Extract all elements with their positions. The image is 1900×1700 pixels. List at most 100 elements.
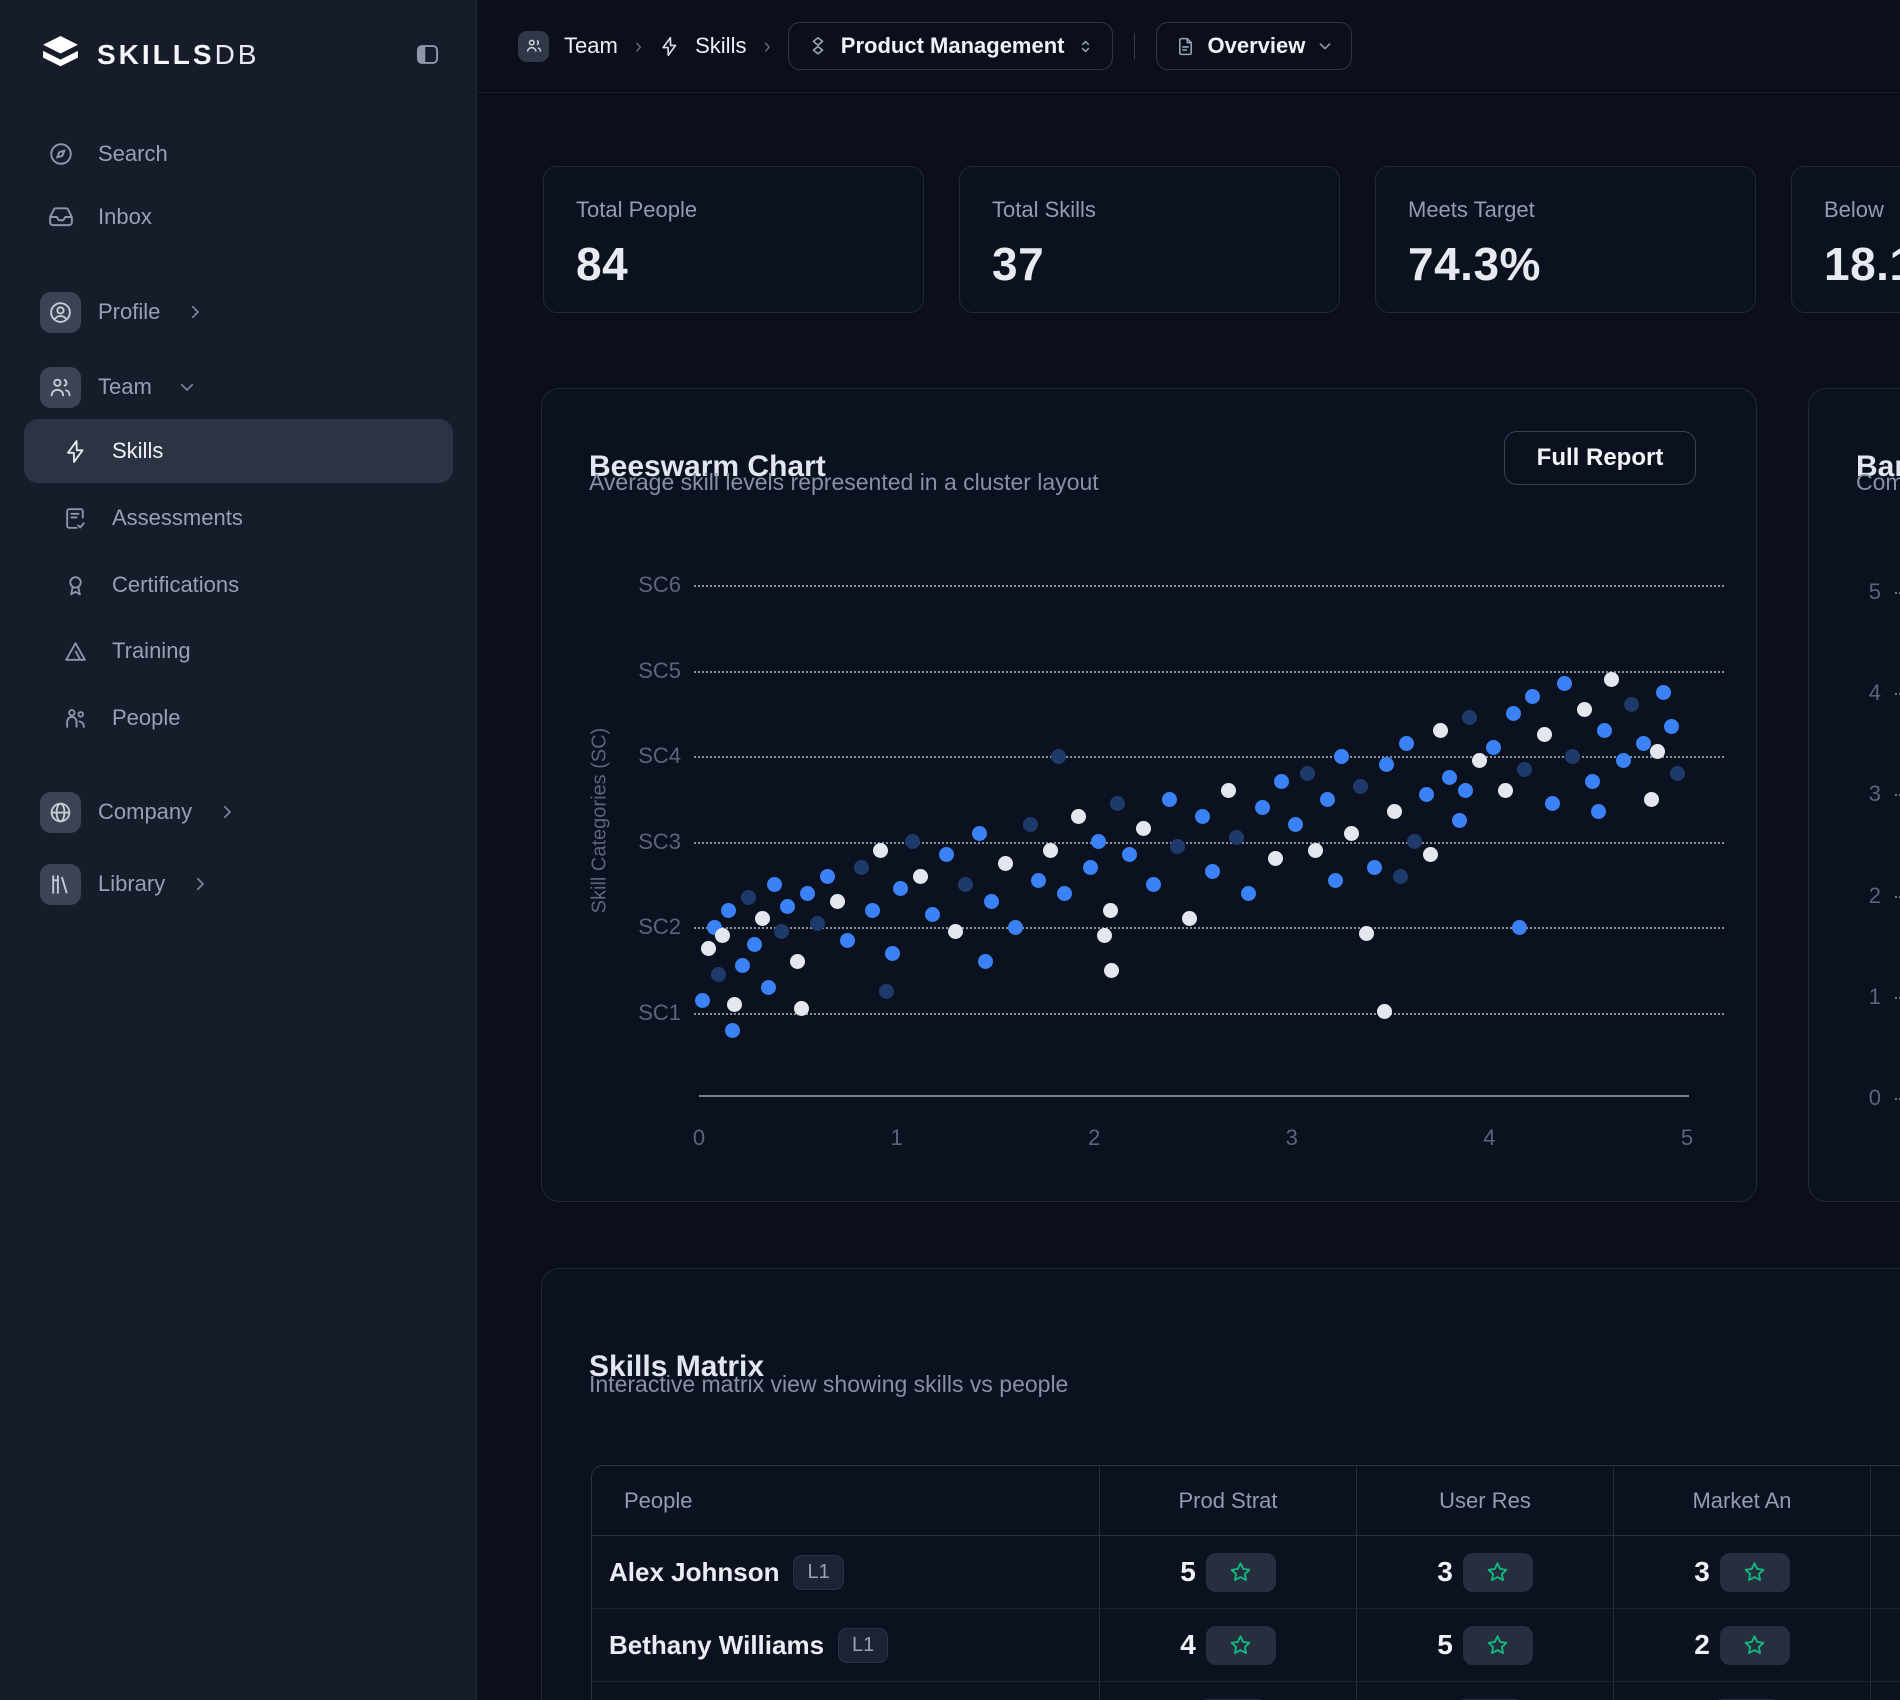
scatter-point[interactable]: [1071, 809, 1086, 824]
scatter-point[interactable]: [1195, 809, 1210, 824]
scatter-point[interactable]: [885, 946, 900, 961]
scatter-point[interactable]: [948, 924, 963, 939]
scatter-point[interactable]: [774, 924, 789, 939]
table-row[interactable]: Bethany WilliamsL1452: [592, 1609, 1900, 1682]
scatter-point[interactable]: [701, 941, 716, 956]
scatter-point[interactable]: [1353, 779, 1368, 794]
scatter-point[interactable]: [873, 843, 888, 858]
scatter-point[interactable]: [1241, 886, 1256, 901]
scatter-point[interactable]: [1162, 792, 1177, 807]
scatter-point[interactable]: [1320, 792, 1335, 807]
scatter-point[interactable]: [1288, 817, 1303, 832]
scatter-point[interactable]: [1636, 736, 1651, 751]
scatter-point[interactable]: [1300, 766, 1315, 781]
sidebar-item-assessments[interactable]: Assessments: [0, 493, 476, 543]
scatter-point[interactable]: [1359, 926, 1374, 941]
scatter-point[interactable]: [1644, 792, 1659, 807]
scatter-point[interactable]: [1399, 736, 1414, 751]
view-selector[interactable]: Overview: [1156, 22, 1353, 70]
scatter-point[interactable]: [1051, 749, 1066, 764]
scatter-point[interactable]: [1537, 727, 1552, 742]
scatter-point[interactable]: [1367, 860, 1382, 875]
scatter-point[interactable]: [1498, 783, 1513, 798]
scatter-point[interactable]: [1407, 834, 1422, 849]
scatter-point[interactable]: [790, 954, 805, 969]
star-rating-button[interactable]: [1720, 1626, 1790, 1665]
scatter-point[interactable]: [879, 984, 894, 999]
scatter-point[interactable]: [1656, 685, 1671, 700]
scatter-point[interactable]: [1525, 689, 1540, 704]
scatter-point[interactable]: [1379, 757, 1394, 772]
sidebar-item-company[interactable]: Company: [0, 789, 476, 835]
scatter-point[interactable]: [1577, 702, 1592, 717]
full-report-button[interactable]: Full Report: [1504, 431, 1696, 485]
scatter-point[interactable]: [1387, 804, 1402, 819]
scatter-point[interactable]: [1274, 774, 1289, 789]
scatter-point[interactable]: [1008, 920, 1023, 935]
scatter-point[interactable]: [840, 933, 855, 948]
sidebar-item-training[interactable]: Training: [0, 626, 476, 676]
scatter-point[interactable]: [1122, 847, 1137, 862]
sidebar-item-search[interactable]: Search: [0, 131, 476, 177]
scatter-point[interactable]: [1423, 847, 1438, 862]
scatter-point[interactable]: [1442, 770, 1457, 785]
scatter-point[interactable]: [1103, 903, 1118, 918]
scatter-point[interactable]: [913, 869, 928, 884]
scatter-point[interactable]: [1328, 873, 1343, 888]
scatter-point[interactable]: [972, 826, 987, 841]
scatter-point[interactable]: [1419, 787, 1434, 802]
scatter-point[interactable]: [820, 869, 835, 884]
scatter-point[interactable]: [1110, 796, 1125, 811]
scatter-point[interactable]: [1624, 697, 1639, 712]
scatter-point[interactable]: [1545, 796, 1560, 811]
sidebar-item-library[interactable]: Library: [0, 861, 476, 907]
sidebar-item-skills[interactable]: Skills: [0, 426, 476, 476]
scatter-point[interactable]: [893, 881, 908, 896]
scatter-point[interactable]: [1670, 766, 1685, 781]
scatter-point[interactable]: [1517, 762, 1532, 777]
sidebar-collapse-icon[interactable]: [414, 41, 441, 68]
scatter-point[interactable]: [1472, 753, 1487, 768]
scatter-point[interactable]: [1597, 723, 1612, 738]
scatter-point[interactable]: [767, 877, 782, 892]
scatter-point[interactable]: [1433, 723, 1448, 738]
scatter-point[interactable]: [747, 937, 762, 952]
scatter-point[interactable]: [725, 1023, 740, 1038]
scatter-point[interactable]: [1557, 676, 1572, 691]
scatter-point[interactable]: [1268, 851, 1283, 866]
scatter-point[interactable]: [1308, 843, 1323, 858]
scatter-point[interactable]: [1486, 740, 1501, 755]
scatter-point[interactable]: [1565, 749, 1580, 764]
sidebar-item-inbox[interactable]: Inbox: [0, 194, 476, 240]
scatter-point[interactable]: [1512, 920, 1527, 935]
scatter-point[interactable]: [998, 856, 1013, 871]
scatter-point[interactable]: [1344, 826, 1359, 841]
table-row[interactable]: Alex JohnsonL1533: [592, 1536, 1900, 1609]
scatter-point[interactable]: [1043, 843, 1058, 858]
scatter-point[interactable]: [735, 958, 750, 973]
star-rating-button[interactable]: [1463, 1553, 1533, 1592]
scatter-point[interactable]: [1136, 821, 1151, 836]
scatter-point[interactable]: [1604, 672, 1619, 687]
scatter-point[interactable]: [761, 980, 776, 995]
scatter-point[interactable]: [1031, 873, 1046, 888]
scatter-point[interactable]: [1664, 719, 1679, 734]
scatter-point[interactable]: [1097, 928, 1112, 943]
star-rating-button[interactable]: [1206, 1553, 1276, 1592]
scatter-point[interactable]: [695, 993, 710, 1008]
scatter-point[interactable]: [1393, 869, 1408, 884]
scatter-point[interactable]: [1023, 817, 1038, 832]
scatter-point[interactable]: [1591, 804, 1606, 819]
scatter-point[interactable]: [958, 877, 973, 892]
scatter-point[interactable]: [800, 886, 815, 901]
scatter-point[interactable]: [939, 847, 954, 862]
scatter-point[interactable]: [711, 967, 726, 982]
scatter-point[interactable]: [1334, 749, 1349, 764]
scatter-point[interactable]: [1104, 963, 1119, 978]
sidebar-item-people[interactable]: People: [0, 693, 476, 743]
table-row[interactable]: [592, 1682, 1900, 1700]
scatter-point[interactable]: [741, 890, 756, 905]
scatter-point[interactable]: [1377, 1004, 1392, 1019]
scatter-point[interactable]: [1229, 830, 1244, 845]
scatter-point[interactable]: [1182, 911, 1197, 926]
